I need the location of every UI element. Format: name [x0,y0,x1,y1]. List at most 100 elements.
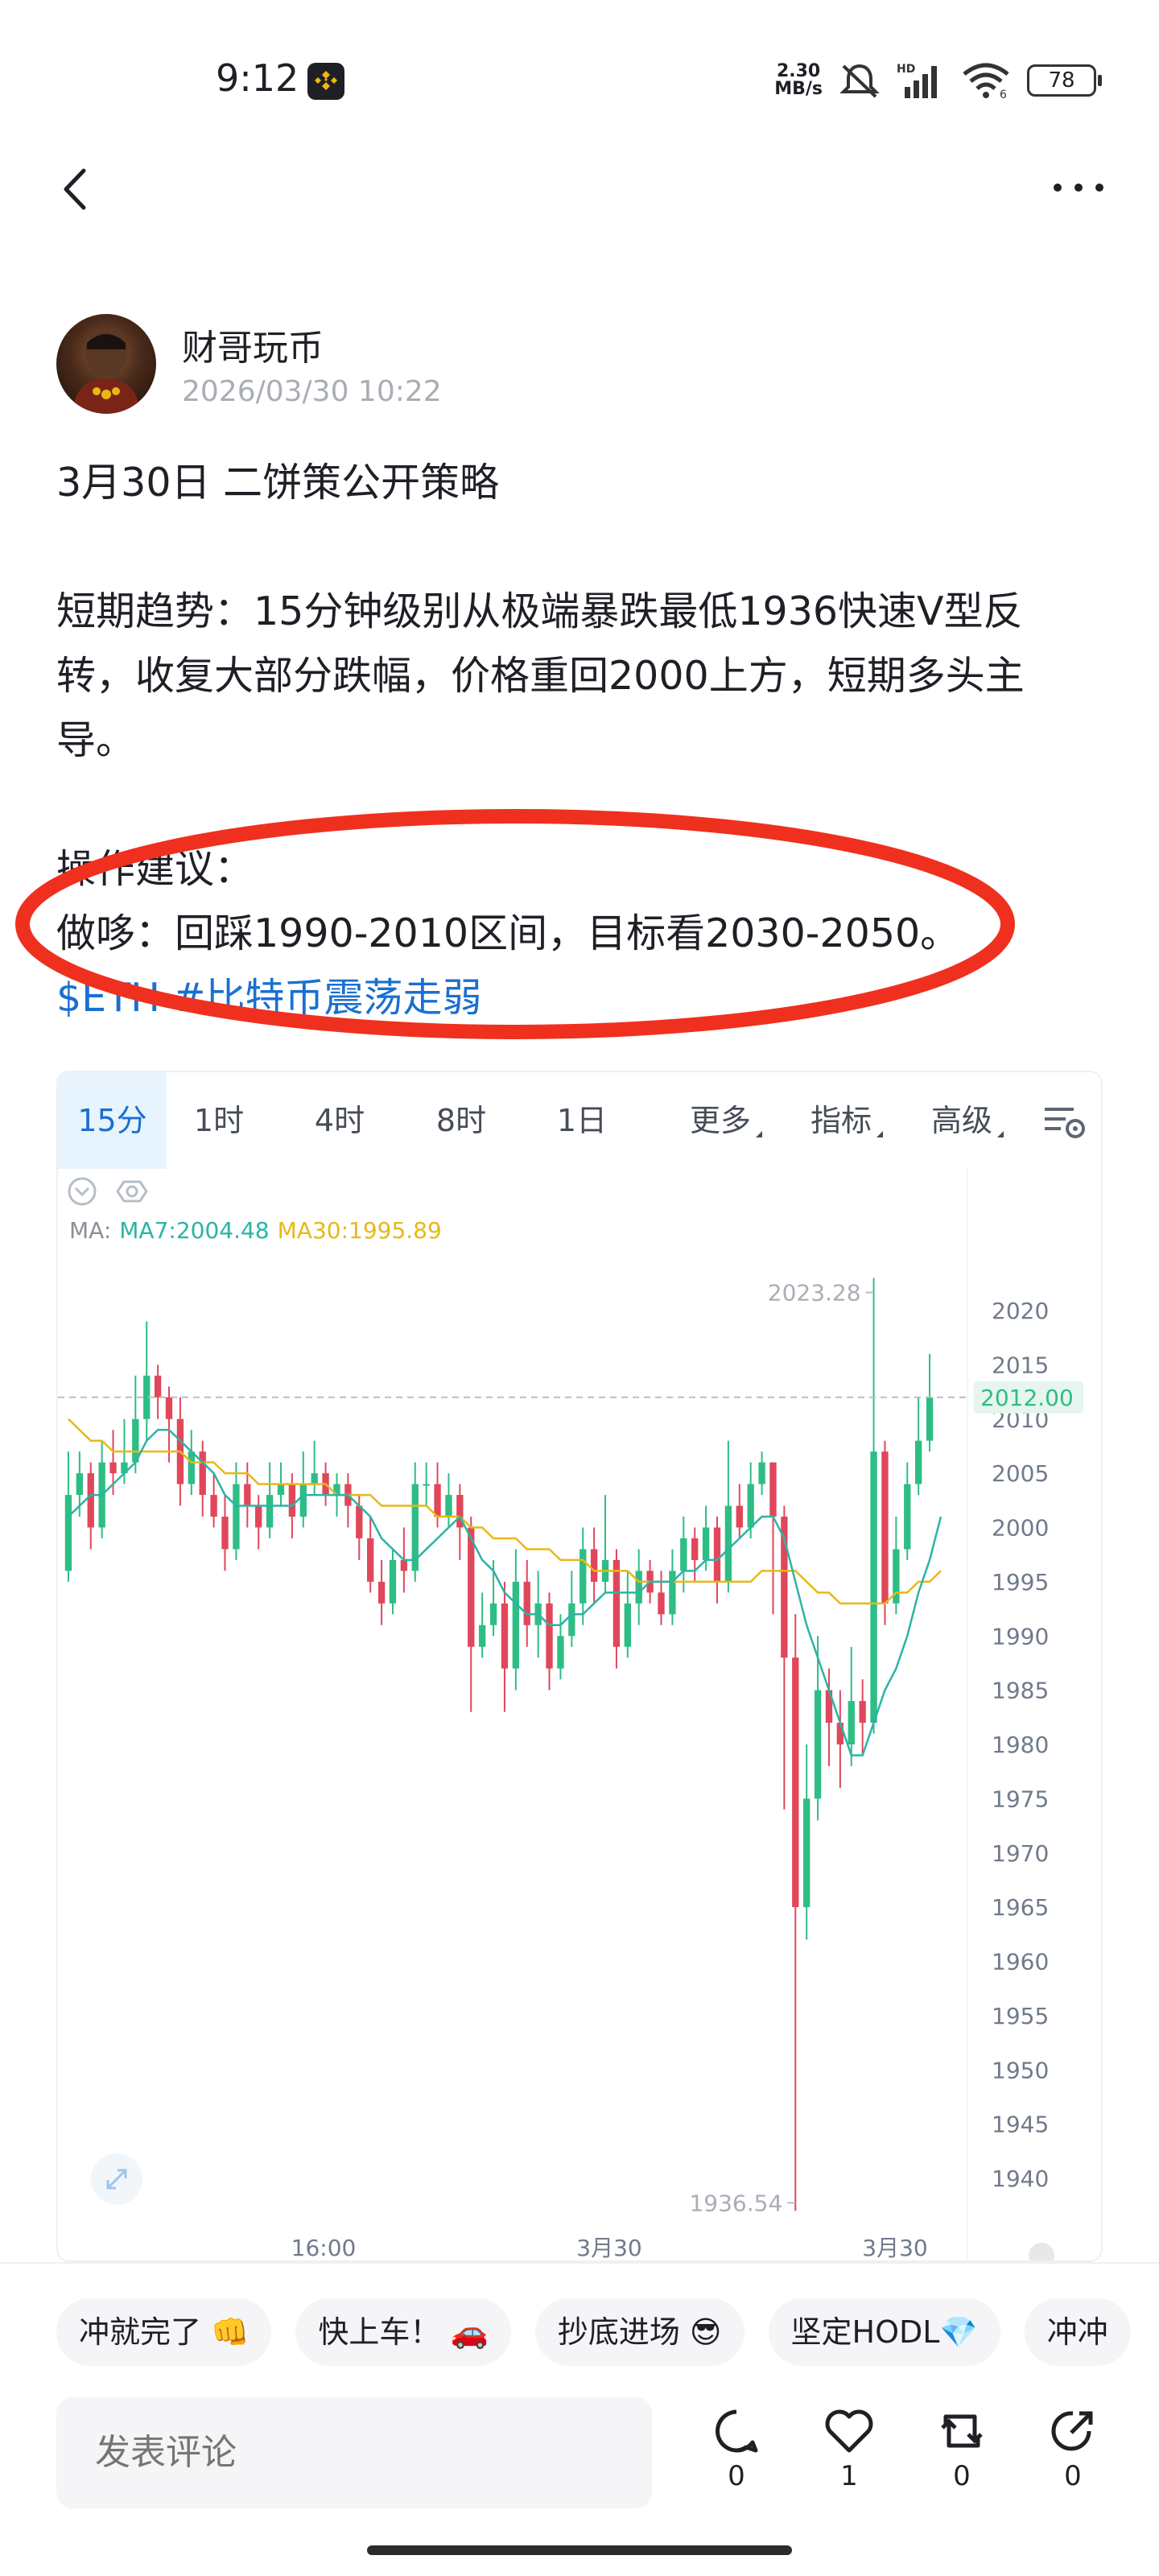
share-button[interactable]: 0 [1037,2407,1109,2492]
mute-icon [839,64,880,98]
y-tick-label: 1940 [992,2165,1049,2192]
binance-app-icon [307,63,344,100]
candle-body [400,1559,408,1571]
repost-button[interactable]: 0 [926,2407,998,2492]
candle-body [255,1505,262,1528]
candle-body [713,1527,721,1582]
candle-body [724,1505,732,1582]
wifi-icon: 6 [963,63,1009,100]
candle-body [747,1484,754,1528]
candle-body [624,1603,631,1647]
comment-icon [716,2409,758,2453]
candle-body [669,1571,676,1615]
repost-icon [941,2414,983,2448]
y-tick-label: 1945 [992,2112,1049,2138]
post-trend-line-2: 转，收复大部分跌幅，价格重回2000上方，短期多头主 [56,653,1025,699]
reaction-chip[interactable]: 冲就完了 👊 [56,2298,272,2366]
post-body: 3月30日 二饼策公开策略 短期趋势：15分钟级别从极端暴跌最低1936快速V型… [56,451,1103,1030]
candle-body [926,1397,934,1441]
candle-body [590,1549,598,1582]
candle-body [501,1603,509,1669]
reaction-chip[interactable]: 冲冲 [1024,2298,1131,2366]
post-trend-line-3: 导。 [56,717,136,763]
candle-body [814,1690,822,1799]
candle-body [478,1624,486,1647]
candle-body [434,1484,441,1517]
low-label: 1936.54 [689,2190,782,2216]
price-chart-card: 15分 1时 4时 8时 1日 更多 指标 高级 MA: MA7:2004.48… [56,1071,1103,2262]
comment-input[interactable] [56,2397,652,2508]
net-speed: 2.30 MB/s [774,63,823,98]
candle-body [445,1495,452,1517]
x-tick-label: 16:00 [291,2235,357,2261]
candle-body [367,1538,374,1582]
candle-body [881,1451,889,1604]
y-tick-label: 1990 [992,1623,1049,1649]
candle-body [199,1451,206,1496]
reaction-chip[interactable]: 抄底进场 😎 [534,2298,744,2366]
candle-body [546,1603,553,1669]
y-tick-label: 2005 [992,1460,1049,1487]
back-arrow-icon[interactable] [55,161,103,217]
net-speed-value: 2.30 [776,61,821,81]
candle-body [568,1603,575,1637]
candle-body [580,1549,587,1604]
battery-indicator: 78 [1027,64,1102,97]
signal-icon: HD [897,63,937,98]
current-price-label: 2012.00 [980,1385,1074,1411]
status-bar: 9:12 2.30 MB/s HD 6 78 [0,0,1159,161]
candle-body [299,1484,307,1517]
candle-body [64,1495,72,1571]
x-tick-label: 3月30 [862,2235,927,2261]
y-tick-label: 1980 [992,1732,1049,1758]
heart-icon [825,2409,873,2453]
candle-body [221,1517,229,1550]
quick-reactions: 冲就完了 👊 快上车！ 🚗 抄底进场 😎 坚定HODL💎 冲冲 [56,2298,1131,2366]
repost-count: 0 [953,2460,971,2492]
candle-body [165,1397,173,1419]
reaction-chip[interactable]: 快上车！ 🚗 [295,2298,511,2366]
candle-body [389,1559,397,1604]
candle-body [244,1484,251,1506]
divider [0,2262,1159,2264]
candle-body [836,1723,844,1744]
candle-body [680,1538,687,1571]
y-tick-label: 2000 [992,1515,1049,1542]
candle-body [848,1701,855,1744]
like-button[interactable]: 1 [813,2407,885,2492]
candle-body [758,1462,765,1484]
home-indicator [367,2545,792,2555]
y-tick-label: 1965 [992,1894,1049,1921]
candle-body [188,1451,195,1484]
high-label: 2023.28 [768,1280,861,1307]
net-speed-unit: MB/s [774,79,823,99]
candle-body [914,1440,922,1484]
post-advice-heading: 操作建议： [56,846,254,892]
candle-body [277,1484,285,1496]
post-hashtags[interactable]: $ETH #比特币震荡走弱 [56,966,1103,1030]
candle-body [803,1798,810,1908]
comment-button[interactable]: 0 [700,2407,773,2492]
svg-text:HD: HD [897,63,915,76]
candle-body [377,1581,386,1604]
author-avatar[interactable] [56,314,156,414]
candle-body [792,1657,799,1908]
y-tick-label: 1970 [992,1840,1049,1867]
candlestick-chart[interactable]: 2020201520102005200019951990198519801975… [58,1072,1103,2262]
status-time: 9:12 [216,56,299,100]
candle-body [210,1495,217,1517]
comment-count: 0 [728,2460,745,2492]
candle-body [557,1636,564,1669]
candle-body [859,1701,866,1724]
more-options-icon[interactable] [1046,167,1111,208]
y-tick-label: 2015 [992,1352,1049,1378]
y-tick-label: 1955 [992,2003,1049,2029]
y-tick-label: 1960 [992,1949,1049,1975]
candle-body [904,1484,911,1550]
author-name[interactable]: 财哥玩币 [182,319,324,370]
candle-body [468,1527,475,1647]
post-timestamp: 2026/03/30 10:22 [182,375,442,408]
candle-body [658,1592,665,1615]
reaction-chip[interactable]: 坚定HODL💎 [768,2298,1000,2366]
x-tick-label: 3月30 [576,2235,641,2261]
